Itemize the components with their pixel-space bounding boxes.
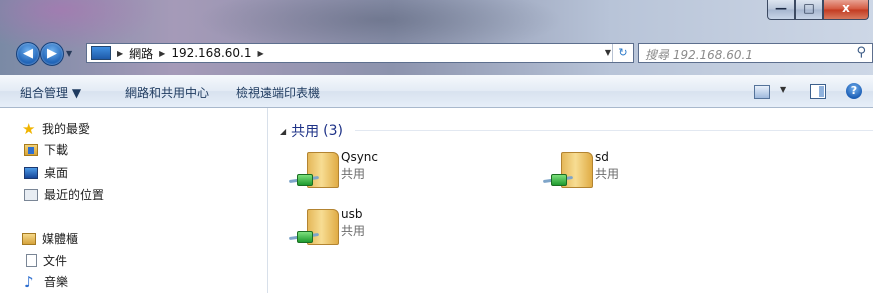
close-button[interactable]: x — [823, 0, 869, 20]
sidebar-item-documents[interactable]: 文件 — [26, 252, 67, 269]
share-item-sd[interactable]: sd 共用 — [541, 148, 711, 192]
recent-places-icon — [24, 188, 38, 201]
change-view-button[interactable] — [754, 83, 772, 99]
view-options-icon — [754, 85, 770, 99]
search-icon[interactable]: ⚲ — [856, 45, 866, 60]
sidebar-item-music[interactable]: ♪ 音樂 — [24, 273, 68, 290]
search-input[interactable]: 搜尋 192.168.60.1 — [645, 46, 753, 63]
navigation-bar: ◀ ▶ ▼ ▶ 網路 ▶ 192.168.60.1 ▶ ▼ ↻ 搜尋 192.1… — [0, 34, 873, 68]
network-share-icon — [287, 231, 325, 243]
item-type: 共用 — [341, 167, 366, 181]
share-item-qsync[interactable]: Qsync 共用 — [287, 148, 457, 192]
sidebar-item-label: 我的最愛 — [42, 122, 91, 136]
sidebar-item-label: 媒體櫃 — [42, 232, 79, 246]
sidebar-item-downloads[interactable]: 下載 — [24, 141, 68, 158]
breadcrumb-separator-icon[interactable]: ▶ — [159, 49, 165, 58]
item-type: 共用 — [341, 224, 366, 238]
item-name: usb — [341, 207, 363, 221]
sidebar-item-label: 最近的位置 — [44, 188, 105, 202]
navigation-pane: ★ 我的最愛 下載 桌面 最近的位置 媒體櫃 文件 ♪ 音樂 — [0, 108, 268, 293]
breadcrumb-host[interactable]: 192.168.60.1 — [171, 46, 251, 60]
refresh-icon[interactable]: ↻ — [612, 44, 633, 62]
window-controls: — □ x — [767, 0, 869, 22]
maximize-button[interactable]: □ — [795, 0, 823, 20]
sidebar-item-desktop[interactable]: 桌面 — [24, 164, 68, 181]
downloads-folder-icon — [24, 143, 38, 156]
file-list: ◢ 共用 (3) Qsync 共用 sd 共用 usb 共用 — [269, 108, 873, 293]
sidebar-item-favorites[interactable]: ★ 我的最愛 — [22, 120, 90, 137]
breadcrumb-separator-icon[interactable]: ▶ — [117, 49, 123, 58]
item-name: sd — [595, 150, 609, 164]
group-divider — [355, 130, 873, 131]
address-dropdown-icon[interactable]: ▼ — [605, 48, 611, 57]
group-header[interactable]: ◢ 共用 (3) — [280, 121, 343, 141]
breadcrumb-network[interactable]: 網路 — [129, 45, 153, 62]
item-name: Qsync — [341, 150, 379, 164]
libraries-icon — [22, 232, 36, 245]
view-dropdown-icon[interactable]: ▼ — [780, 85, 786, 94]
preview-pane-icon[interactable] — [810, 84, 826, 99]
help-icon[interactable]: ? — [846, 83, 862, 99]
network-share-icon — [287, 174, 325, 186]
back-button[interactable]: ◀ — [16, 42, 40, 66]
network-center-button[interactable]: 網路和共用中心 — [125, 84, 209, 101]
organize-button[interactable]: 組合管理 ▼ — [20, 84, 81, 101]
group-count: (3) — [323, 123, 343, 139]
sidebar-item-libraries[interactable]: 媒體櫃 — [22, 230, 78, 247]
minimize-button[interactable]: — — [767, 0, 795, 20]
sidebar-item-label: 文件 — [43, 254, 68, 268]
address-bar[interactable]: ▶ 網路 ▶ 192.168.60.1 ▶ ▼ ↻ — [86, 43, 634, 63]
network-icon — [91, 46, 111, 60]
collapse-caret-icon[interactable]: ◢ — [280, 127, 286, 136]
item-type: 共用 — [595, 167, 620, 181]
star-icon: ★ — [22, 119, 36, 138]
sidebar-item-label: 音樂 — [44, 275, 69, 289]
desktop-icon — [24, 166, 38, 179]
network-share-icon — [541, 174, 579, 186]
search-box[interactable]: 搜尋 192.168.60.1 ⚲ — [638, 43, 873, 63]
recent-pages-dropdown-icon[interactable]: ▼ — [66, 49, 72, 58]
music-icon: ♪ — [24, 272, 34, 291]
sidebar-item-label: 下載 — [44, 143, 69, 157]
breadcrumb-separator-icon[interactable]: ▶ — [257, 49, 263, 58]
group-title: 共用 — [291, 124, 320, 140]
view-printers-button[interactable]: 檢視遠端印表機 — [236, 84, 320, 101]
share-item-usb[interactable]: usb 共用 — [287, 205, 457, 249]
sidebar-item-label: 桌面 — [44, 166, 69, 180]
document-icon — [26, 254, 37, 267]
forward-button[interactable]: ▶ — [40, 42, 64, 66]
command-bar: 組合管理 ▼ 網路和共用中心 檢視遠端印表機 ▼ ? — [0, 75, 873, 108]
sidebar-item-recent-places[interactable]: 最近的位置 — [24, 186, 104, 203]
